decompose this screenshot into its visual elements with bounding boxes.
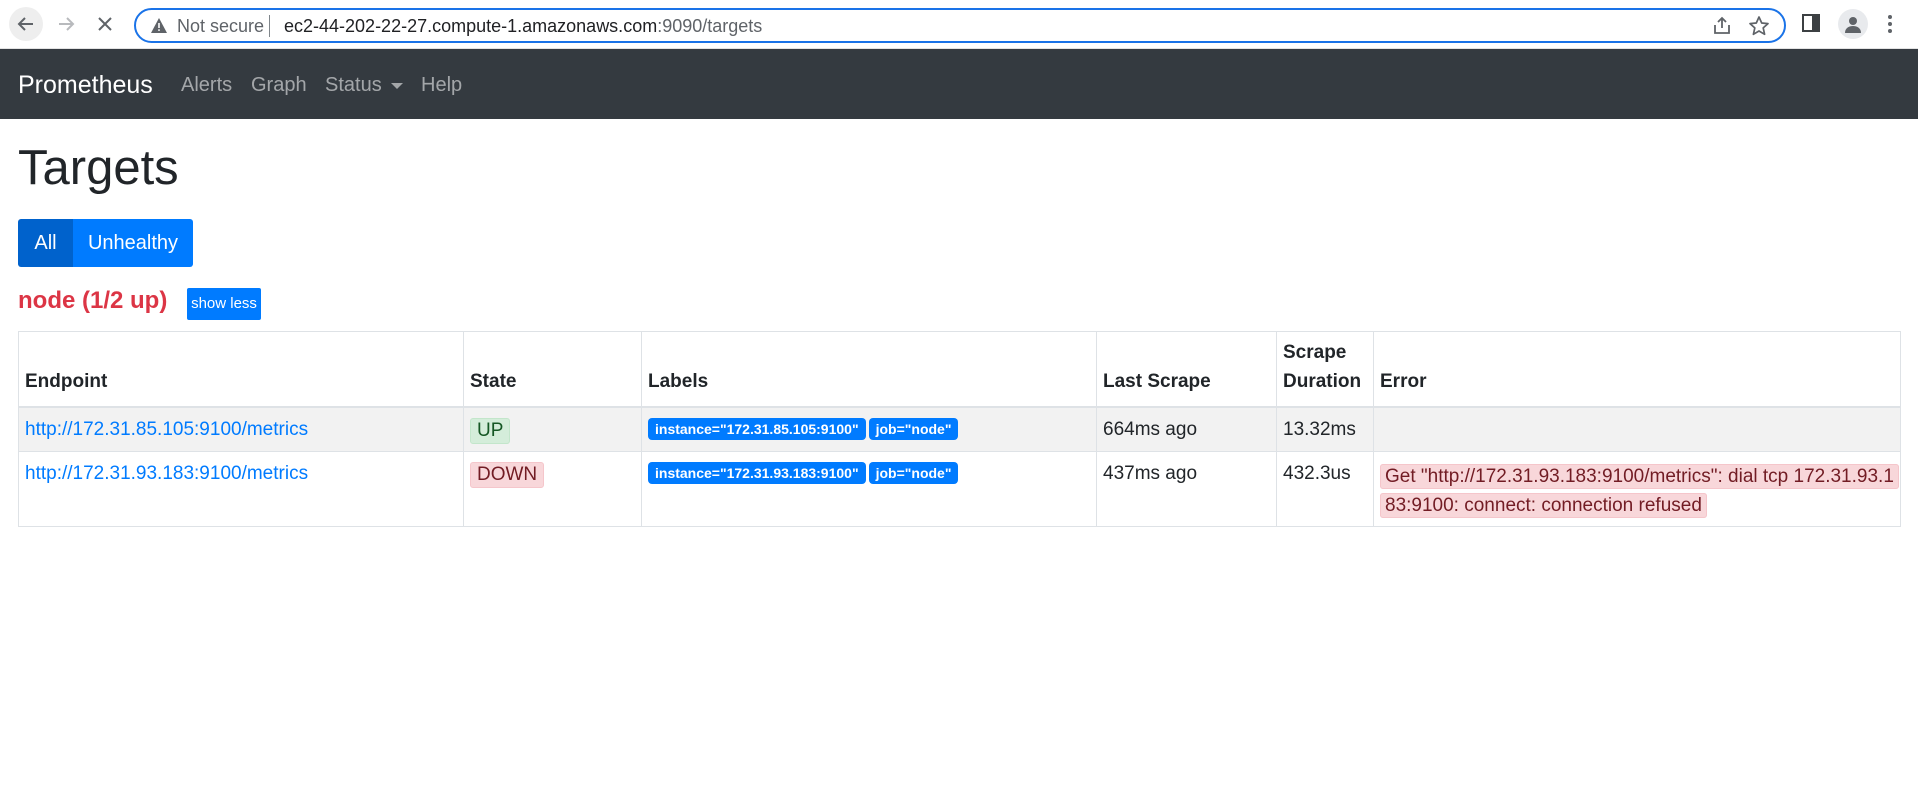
targets-table: Endpoint State Labels Last Scrape Scrape… (18, 331, 1901, 527)
security-indicator[interactable]: Not secure (177, 16, 264, 36)
endpoint-link[interactable]: http://172.31.93.183:9100/metrics (25, 463, 308, 484)
more-vert-icon[interactable] (1886, 13, 1894, 35)
arrow-left-icon (17, 17, 33, 31)
label-badge: job="node" (868, 461, 959, 484)
url-path: :9090/targets (657, 16, 763, 36)
endpoint-cell: http://172.31.93.183:9100/metrics (18, 450, 464, 527)
state-cell: DOWN (463, 450, 642, 527)
scrape-duration-cell: 13.32ms (1276, 406, 1374, 452)
person-icon (1845, 17, 1861, 33)
url-host: ec2-44-202-22-27.compute-1.amazonaws.com (284, 16, 658, 36)
error-message: Get "http://172.31.93.183:9100/metrics":… (1380, 463, 1899, 518)
prometheus-navbar: Prometheus Alerts Graph Status Help (0, 49, 1918, 119)
job-title[interactable]: node (1/2 up) (18, 287, 167, 315)
label-badge: instance="172.31.85.105:9100" (648, 418, 866, 440)
scrape-duration-line-2: Duration (1283, 371, 1362, 392)
label-badge: job="node" (868, 418, 959, 440)
table-header-row: Endpoint State Labels Last Scrape Scrape… (18, 331, 1901, 408)
state-cell: UP (463, 406, 642, 452)
nav-status-dropdown[interactable]: Status (325, 74, 382, 96)
filter-unhealthy-button[interactable]: Unhealthy (73, 219, 193, 267)
state-badge: DOWN (470, 461, 545, 488)
endpoint-link[interactable]: http://172.31.85.105:9100/metrics (25, 419, 308, 440)
address-bar[interactable]: Not secure ec2-44-202-22-27.compute-1.am… (134, 8, 1786, 43)
show-less-button[interactable]: show less (187, 288, 261, 320)
close-icon (98, 17, 112, 31)
error-cell (1373, 406, 1901, 452)
last-scrape-cell: 664ms ago (1096, 406, 1277, 452)
endpoint-cell: http://172.31.85.105:9100/metrics (18, 406, 464, 452)
warning-icon (151, 18, 167, 33)
back-button[interactable] (9, 7, 43, 41)
forward-button[interactable] (49, 7, 83, 41)
nav-help[interactable]: Help (421, 74, 462, 96)
scrape-duration-line-1: Scrape (1283, 342, 1347, 363)
stop-loading-button[interactable] (88, 7, 122, 41)
labels-cell: instance="172.31.93.183:9100" job="node" (641, 450, 1097, 527)
state-badge: UP (470, 418, 511, 444)
url-text[interactable]: ec2-44-202-22-27.compute-1.amazonaws.com… (284, 16, 762, 36)
label-badge: instance="172.31.93.183:9100" (648, 461, 866, 484)
table-row: http://172.31.93.183:9100/metrics DOWN i… (18, 450, 1901, 527)
column-header-last-scrape: Last Scrape (1096, 331, 1277, 408)
labels-cell: instance="172.31.85.105:9100" job="node" (641, 406, 1097, 452)
error-cell: Get "http://172.31.93.183:9100/metrics":… (1373, 450, 1901, 527)
column-header-labels: Labels (641, 331, 1097, 408)
browser-toolbar: Not secure ec2-44-202-22-27.compute-1.am… (0, 0, 1918, 49)
brand-link[interactable]: Prometheus (18, 71, 153, 99)
scrape-duration-cell: 432.3us (1276, 450, 1374, 527)
bookmark-star-icon[interactable] (1748, 15, 1770, 37)
share-icon[interactable] (1712, 16, 1732, 36)
column-header-error: Error (1373, 331, 1901, 408)
page-title: Targets (18, 141, 179, 195)
arrow-right-icon (59, 17, 75, 31)
nav-graph[interactable]: Graph (251, 74, 307, 96)
side-panel-icon[interactable] (1801, 13, 1821, 33)
filter-all-button[interactable]: All (18, 219, 73, 267)
nav-alerts[interactable]: Alerts (181, 74, 232, 96)
caret-down-icon (391, 83, 403, 89)
filter-button-group: All Unhealthy (18, 219, 193, 267)
column-header-endpoint: Endpoint (18, 331, 464, 408)
profile-avatar[interactable] (1838, 9, 1868, 39)
column-header-state: State (463, 331, 642, 408)
url-separator (269, 15, 270, 37)
last-scrape-cell: 437ms ago (1096, 450, 1277, 527)
table-row: http://172.31.85.105:9100/metrics UP ins… (18, 406, 1901, 452)
column-header-scrape-duration: Scrape Duration (1276, 331, 1374, 408)
